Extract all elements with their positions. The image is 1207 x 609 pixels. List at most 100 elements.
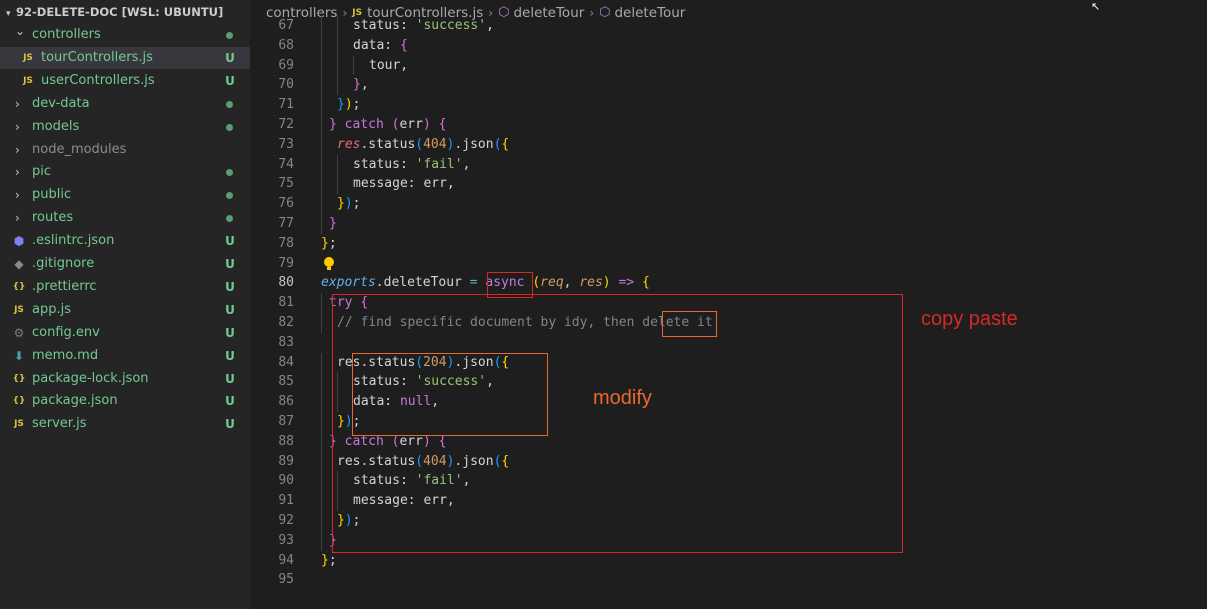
workspace-title: 92-DELETE-DOC [WSL: UBUNTU]	[16, 5, 224, 19]
code-line[interactable]: 81 try {	[250, 293, 1207, 313]
indent-guide	[321, 510, 322, 531]
code-line[interactable]: 95	[250, 570, 1207, 590]
code-text: res.status(404).json({	[337, 136, 510, 152]
tree-item[interactable]: › routes	[0, 207, 250, 229]
code-text: data: {	[353, 37, 408, 53]
code-line[interactable]: 85 status: 'success',	[250, 372, 1207, 393]
tree-item[interactable]: JS app.js U	[0, 299, 250, 321]
json-file-icon: {}	[12, 396, 26, 407]
code-line[interactable]: 78};	[250, 234, 1207, 254]
code-line[interactable]: 82 // find specific document by idy, then…	[250, 312, 1207, 333]
code-text: }	[329, 532, 337, 548]
tree-item-label: tourControllers.js	[41, 49, 153, 65]
explorer-header[interactable]: ▾ 92-DELETE-DOC [WSL: UBUNTU]	[0, 0, 250, 24]
chevron-right-icon[interactable]: ›	[15, 116, 20, 138]
code-line[interactable]: 91 message: err,	[250, 491, 1207, 511]
code-line[interactable]: 83	[250, 333, 1207, 353]
code-line[interactable]: 73 res.status(404).json({	[250, 134, 1207, 155]
code-text: },	[353, 77, 369, 93]
code-line[interactable]: 89 res.status(404).json({	[250, 451, 1207, 472]
indent-guide	[321, 154, 322, 175]
gear-icon: ⚙	[13, 325, 25, 340]
indent-guide	[337, 174, 338, 195]
tree-item[interactable]: › models	[0, 116, 250, 138]
code-line[interactable]: 80 exports.deleteTour = async (req, res) …	[250, 273, 1207, 293]
code-line[interactable]: 92});	[250, 510, 1207, 531]
tree-item[interactable]: JS userControllers.js U	[0, 70, 250, 92]
code-line[interactable]: 76});	[250, 194, 1207, 214]
code-line[interactable]: 93}	[250, 530, 1207, 551]
code-line[interactable]: 90 status: 'fail',	[250, 471, 1207, 492]
indent-guide	[337, 75, 338, 96]
tree-item[interactable]: {} package.json U	[0, 390, 250, 412]
chevron-right-icon[interactable]: ›	[15, 207, 20, 229]
line-number: 94	[278, 552, 294, 568]
indent-guide	[321, 134, 322, 155]
code-text: });	[337, 413, 361, 429]
code-text: // find specific document by idy, then d…	[337, 314, 713, 330]
copy-paste-note: copy paste	[921, 308, 1018, 330]
line-number: 83	[278, 334, 294, 350]
tree-item[interactable]: {} package-lock.json U	[0, 368, 250, 390]
code-text: } catch (err) {	[329, 116, 447, 132]
indent-guide	[337, 392, 338, 412]
line-number: 81	[278, 295, 294, 311]
tree-item[interactable]: › node_modules	[0, 139, 250, 161]
indent-guide	[321, 114, 322, 135]
tree-item[interactable]: ⚙ config.env U	[0, 322, 250, 344]
lightbulb-icon[interactable]	[324, 256, 334, 270]
chevron-right-icon[interactable]: ›	[15, 93, 20, 115]
chevron-right-icon[interactable]: ›	[15, 139, 20, 161]
chevron-right-icon[interactable]: ›	[15, 161, 20, 183]
line-number: 82	[278, 314, 294, 330]
tree-item-label: .gitignore	[32, 256, 95, 271]
code-line[interactable]: 71});	[250, 95, 1207, 115]
code-line[interactable]: 79	[250, 254, 1207, 274]
chevron-down-icon[interactable]: ⌄	[15, 20, 25, 42]
indent-guide	[321, 213, 322, 234]
code-editor[interactable]: 67 status: 'success', 68 data: {69 tour, 70},…	[250, 16, 1207, 590]
code-line[interactable]: 75 message: err,	[250, 174, 1207, 195]
tree-item[interactable]: ⬢ .eslintrc.json U	[0, 230, 250, 252]
code-text: res.status(204).json({	[337, 354, 510, 370]
tree-item[interactable]: ⬇ memo.md U	[0, 345, 250, 367]
code-line[interactable]: 86 data: null,	[250, 392, 1207, 412]
code-line[interactable]: 68 data: {	[250, 35, 1207, 56]
tree-item[interactable]: {} .prettierrc U	[0, 276, 250, 298]
tree-item-label: .prettierrc	[32, 278, 97, 294]
code-line[interactable]: 69 tour,	[250, 55, 1207, 76]
modified-dot-icon	[226, 32, 233, 39]
tree-item-label: models	[32, 118, 80, 134]
code-text: });	[337, 97, 361, 113]
tree-item[interactable]: › dev-data	[0, 93, 250, 115]
tree-item-label: package-lock.json	[32, 370, 149, 386]
tree-item-label: pic	[32, 164, 52, 180]
line-number: 75	[278, 176, 294, 192]
line-number: 88	[278, 433, 294, 449]
code-line[interactable]: 74 status: 'fail',	[250, 154, 1207, 175]
tree-item[interactable]: JS tourControllers.js U	[0, 46, 250, 69]
line-number: 74	[278, 156, 294, 172]
code-line[interactable]: 77}	[250, 213, 1207, 234]
tree-item-label: node_modules	[32, 141, 127, 157]
tree-item[interactable]: JS server.js U	[0, 413, 250, 435]
tree-item[interactable]: › pic	[0, 161, 250, 183]
indent-guide	[321, 352, 322, 373]
code-line[interactable]: 67 status: 'success',	[250, 16, 1207, 36]
code-line[interactable]: 88} catch (err) {	[250, 431, 1207, 452]
code-line[interactable]: 87});	[250, 411, 1207, 432]
tree-item[interactable]: › public	[0, 184, 250, 206]
tree-item-label: memo.md	[32, 347, 99, 363]
tree-item[interactable]: ◆ .gitignore U	[0, 253, 250, 275]
tree-item-label: public	[32, 187, 72, 203]
code-text: exports.deleteTour = async (req, res) =>…	[321, 275, 650, 291]
tree-item[interactable]: ⌄ controllers	[0, 24, 250, 46]
code-line[interactable]: 84 res.status(204).json({	[250, 352, 1207, 373]
code-line[interactable]: 94};	[250, 551, 1207, 571]
chevron-right-icon[interactable]: ›	[15, 184, 20, 206]
modified-dot-icon	[226, 100, 233, 108]
line-number: 95	[278, 572, 294, 588]
tree-item-label: userControllers.js	[41, 72, 155, 88]
code-line[interactable]: 72} catch (err) {	[250, 114, 1207, 135]
code-line[interactable]: 70},	[250, 75, 1207, 96]
